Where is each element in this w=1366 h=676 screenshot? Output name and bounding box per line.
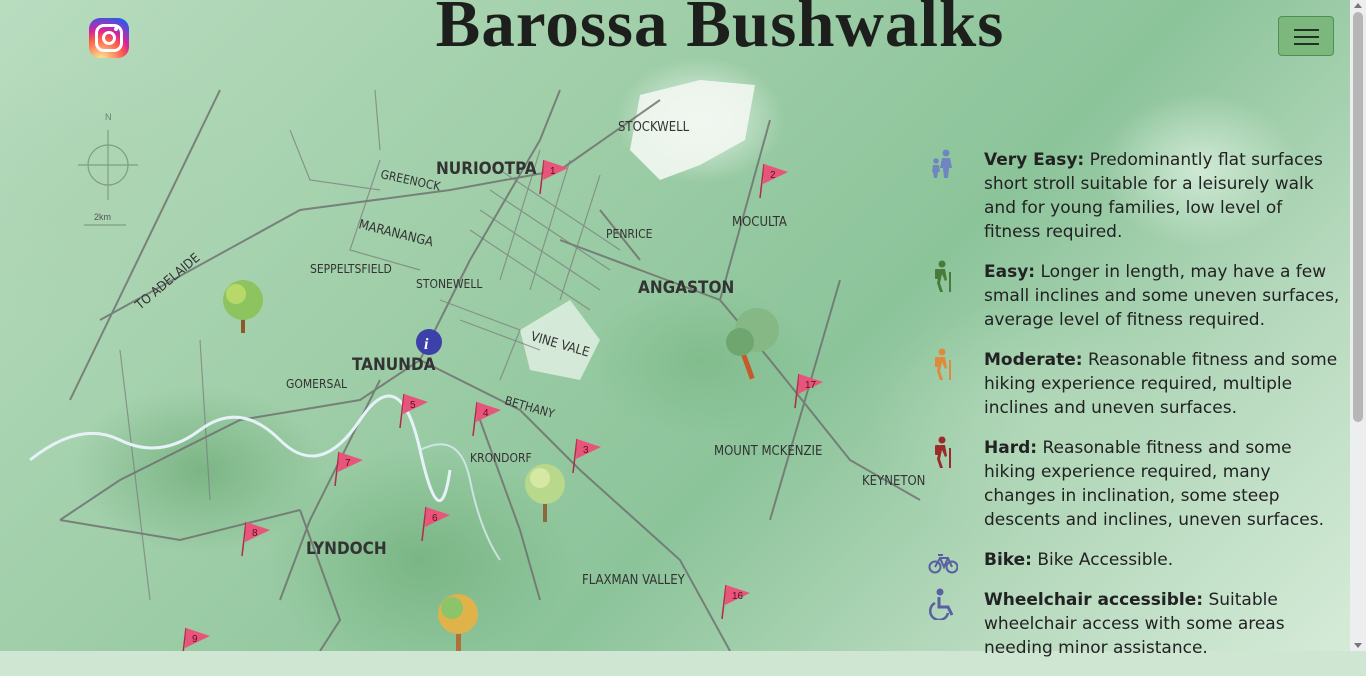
place-to-adelaide: TO ADELAIDE [132,251,203,314]
wheelchair-icon [928,588,954,620]
bicycle-icon [928,554,958,574]
place-gomersal: GOMERSAL [286,377,347,391]
walk-flag-16[interactable]: 16 [721,584,750,620]
hiker-icon [935,260,951,292]
flag-number: 16 [732,591,744,602]
menu-bar [1294,29,1319,31]
place-bethany: BETHANY [503,393,556,421]
scroll-up-icon[interactable] [1354,3,1362,8]
place-krondorf: KRONDORF [470,451,532,465]
walk-flags: 1 2 3 4 5 6 7 8 9 16 17 [182,159,823,651]
place-mount-mckenzie: MOUNT MCKENZIE [714,444,822,459]
place-marananga: MARANANGA [357,217,435,250]
difficulty-legend: Very Easy: Predominantly flat surfaces s… [928,148,1340,676]
flag-number: 4 [483,408,489,419]
flag-number: 1 [550,166,556,177]
place-seppeltsfield: SEPPELTSFIELD [310,262,392,276]
legend-term: Bike: [984,550,1032,570]
legend-text: Bike Accessible. [1031,550,1174,570]
menu-bar [1294,43,1319,45]
legend-term: Very Easy: [984,150,1085,170]
legend-term: Moderate: [984,350,1083,370]
legend-wheelchair: Wheelchair accessible: Suitable wheelcha… [928,588,1340,660]
compass-north: N [105,112,112,122]
flag-number: 7 [345,458,351,469]
scroll-down-icon[interactable] [1354,643,1362,648]
place-lyndoch: LYNDOCH [306,539,387,559]
map-scale: 2km [94,212,111,222]
hamburger-menu-button[interactable] [1278,16,1334,56]
legend-term: Wheelchair accessible: [984,590,1204,610]
legend-very-easy: Very Easy: Predominantly flat surfaces s… [928,148,1340,244]
flag-number: 8 [252,528,258,539]
place-nuriootpa: NURIOOTPA [436,159,537,179]
walk-flag-5[interactable]: 5 [399,393,428,429]
place-moculta: MOCULTA [732,215,787,230]
family-walking-icon [932,149,952,178]
tree-icon [726,308,779,380]
hiker-icon [935,348,951,380]
walk-flag-7[interactable]: 7 [334,451,363,487]
legend-term: Hard: [984,438,1038,458]
place-angaston: ANGASTON [638,278,734,298]
river [29,394,452,503]
legend-moderate: Moderate: Reasonable fitness and some hi… [928,348,1340,420]
walk-flag-6[interactable]: 6 [421,506,450,542]
tree-icon [525,464,565,522]
place-penrice: PENRICE [606,227,653,241]
flag-number: 17 [805,380,817,391]
place-greenock: GREENOCK [379,167,442,194]
walk-flag-17[interactable]: 17 [794,373,823,409]
flag-number: 9 [192,634,198,645]
site-title: Barossa Bushwalks [435,0,1005,61]
svg-text:i: i [424,336,429,353]
flag-number: 6 [432,513,438,524]
place-keyneton: KEYNETON [862,474,925,489]
instagram-lens [102,31,116,45]
legend-text: Longer in length, may have a few small i… [984,262,1340,330]
walk-flag-1[interactable]: 1 [539,159,568,195]
flag-number: 2 [770,170,776,181]
instagram-icon[interactable] [89,18,129,58]
tree-icon [223,280,263,333]
place-flaxman-valley: FLAXMAN VALLEY [582,573,686,588]
menu-bar [1294,36,1319,38]
place-stonewell: STONEWELL [416,277,482,291]
legend-term: Easy: [984,262,1036,282]
compass-icon [78,130,138,226]
walk-flag-9[interactable]: 9 [182,627,210,651]
walk-flag-4[interactable]: 4 [472,401,501,437]
hiker-icon [935,436,951,468]
instagram-dot [114,27,118,31]
place-stockwell: STOCKWELL [618,120,690,135]
flag-number: 3 [583,445,589,456]
place-tanunda: TANUNDA [352,355,436,375]
legend-hard: Hard: Reasonable fitness and some hiking… [928,436,1340,532]
legend-easy: Easy: Longer in length, may have a few s… [928,260,1340,332]
legend-bike: Bike: Bike Accessible. [928,548,1340,574]
walk-flag-2[interactable]: 2 [759,163,788,199]
scroll-thumb[interactable] [1353,12,1363,422]
page-scrollbar[interactable] [1350,0,1366,651]
tree-icon [438,594,478,651]
walk-flag-8[interactable]: 8 [241,521,270,557]
info-marker-icon[interactable]: i [416,329,442,355]
flag-number: 5 [410,400,416,411]
